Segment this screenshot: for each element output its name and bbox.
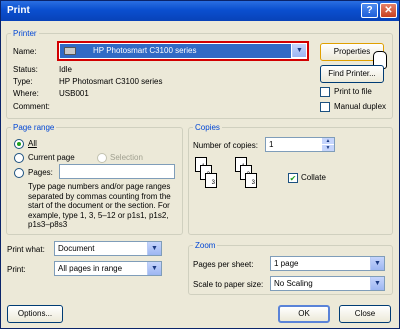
collate-page-icon: 3: [205, 173, 217, 188]
chevron-down-icon[interactable]: ▼: [147, 242, 161, 255]
pages-radio[interactable]: [14, 168, 24, 178]
print-what-select[interactable]: Document ▼: [54, 241, 162, 256]
number-of-copies-label: Number of copies:: [193, 141, 258, 150]
print-value: All pages in range: [58, 264, 123, 273]
pages-per-sheet-value: 1 page: [274, 259, 299, 268]
find-printer-button[interactable]: Find Printer...: [320, 65, 384, 83]
all-pages-label: All: [28, 139, 37, 148]
pages-per-sheet-label: Pages per sheet:: [193, 260, 254, 269]
number-of-copies-value: 1: [269, 140, 274, 149]
type-value: HP Photosmart C3100 series: [59, 77, 163, 86]
chevron-down-icon[interactable]: ▼: [147, 262, 161, 275]
chevron-down-icon[interactable]: ▼: [370, 277, 384, 290]
type-label: Type:: [13, 77, 33, 86]
all-pages-radio[interactable]: [14, 139, 24, 149]
pages-label: Pages:: [28, 168, 53, 177]
spin-up-icon[interactable]: ▲: [322, 138, 334, 144]
collate-pages-icon: 1 2 3 1 2 3: [191, 157, 275, 207]
pages-per-sheet-select[interactable]: 1 page ▼: [270, 256, 385, 271]
printer-name-value: HP Photosmart C3100 series: [93, 46, 197, 55]
selection-radio: [97, 153, 107, 163]
window-title: Print: [7, 5, 30, 16]
where-value: USB001: [59, 89, 89, 98]
scale-to-paper-label: Scale to paper size:: [193, 280, 264, 289]
collate-label: Collate: [301, 173, 326, 182]
selection-label: Selection: [110, 153, 143, 162]
status-value: Idle: [59, 65, 72, 74]
status-label: Status:: [13, 65, 38, 74]
collate-page-icon: 3: [245, 173, 257, 188]
manual-duplex-checkbox[interactable]: [320, 102, 330, 112]
chevron-down-icon[interactable]: ▼: [370, 257, 384, 270]
page-range-help-text: Type page numbers and/or page ranges sep…: [28, 182, 171, 229]
print-to-file-label: Print to file: [334, 87, 372, 96]
close-window-button[interactable]: ✕: [380, 3, 397, 18]
print-label: Print:: [7, 265, 26, 274]
print-dialog: Print ? ✕ Printer Name: HP Photosmart C3…: [0, 0, 400, 329]
number-of-copies-spinner[interactable]: 1 ▲ ▼: [265, 137, 335, 152]
page-range-legend: Page range: [11, 123, 57, 132]
printer-icon: [64, 47, 76, 55]
print-what-value: Document: [58, 244, 95, 253]
manual-duplex-label: Manual duplex: [334, 102, 387, 111]
chevron-down-icon[interactable]: ▼: [292, 44, 306, 57]
scale-to-paper-value: No Scaling: [274, 279, 313, 288]
print-to-file-checkbox[interactable]: [320, 87, 330, 97]
comment-label: Comment:: [13, 102, 50, 111]
zoom-legend: Zoom: [193, 241, 218, 250]
where-label: Where:: [13, 89, 39, 98]
print-what-label: Print what:: [7, 245, 45, 254]
printer-legend: Printer: [11, 29, 39, 38]
options-button[interactable]: Options...: [7, 305, 63, 323]
collate-checkbox[interactable]: ✔: [288, 173, 298, 183]
help-button[interactable]: ?: [361, 3, 378, 18]
close-button[interactable]: Close: [339, 305, 391, 323]
ok-button[interactable]: OK: [278, 305, 330, 323]
spin-down-icon[interactable]: ▼: [322, 145, 334, 151]
pages-input[interactable]: [59, 164, 175, 179]
scale-to-paper-select[interactable]: No Scaling ▼: [270, 276, 385, 291]
copies-legend: Copies: [193, 123, 222, 132]
title-bar[interactable]: Print ? ✕: [1, 1, 399, 21]
current-page-radio[interactable]: [14, 153, 24, 163]
current-page-label: Current page: [28, 153, 75, 162]
printer-name-select[interactable]: HP Photosmart C3100 series ▼: [57, 41, 309, 61]
name-label: Name:: [13, 47, 37, 56]
print-select[interactable]: All pages in range ▼: [54, 261, 162, 276]
